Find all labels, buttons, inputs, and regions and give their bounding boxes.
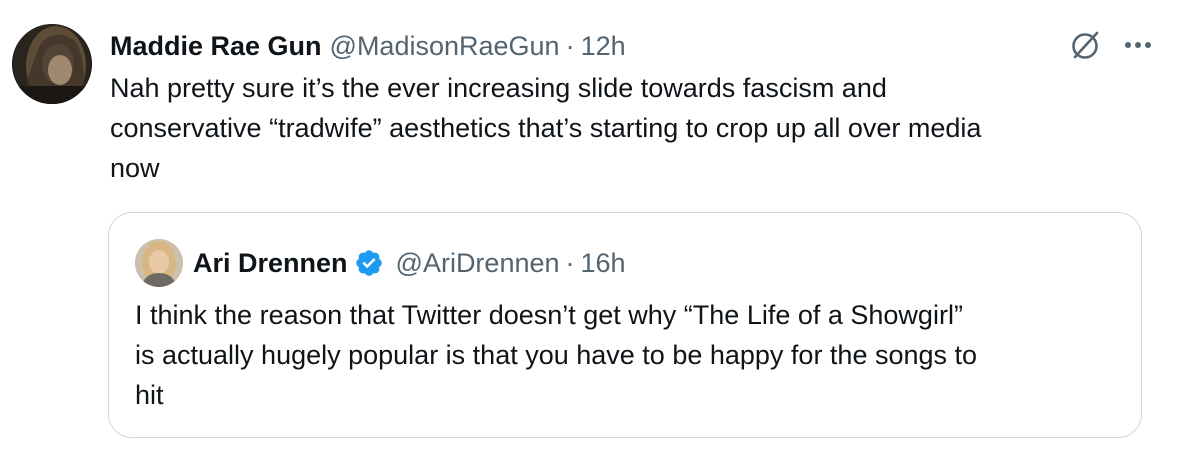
- quoted-user-avatar-image: [135, 239, 183, 287]
- separator-dot: ·: [565, 31, 575, 61]
- quoted-text-line: hit: [135, 380, 164, 410]
- quoted-tweet-timestamp[interactable]: 16h: [581, 243, 626, 283]
- quoted-tweet-text: I think the reason that Twitter doesn’t …: [135, 295, 1115, 415]
- user-avatar-image: [12, 24, 92, 104]
- tweet-text-line: conservative “tradwife” aesthetics that’…: [110, 113, 982, 143]
- quoted-author-avatar[interactable]: [135, 239, 183, 287]
- quoted-text-line: is actually hugely popular is that you h…: [135, 340, 978, 370]
- author-name[interactable]: Maddie Rae Gun: [110, 26, 322, 66]
- tweet[interactable]: Maddie Rae Gun @MadisonRaeGun · 12h Nah …: [0, 0, 1180, 452]
- tweet-actions: [1068, 28, 1152, 62]
- quoted-tweet-header: Ari Drennen @AriDrennen · 16h: [193, 243, 626, 283]
- tweet-header: Maddie Rae Gun @MadisonRaeGun · 12h: [110, 26, 626, 66]
- verified-badge-icon: [354, 248, 384, 278]
- grok-icon[interactable]: [1068, 28, 1102, 62]
- author-handle[interactable]: @MadisonRaeGun: [330, 26, 560, 66]
- tweet-timestamp[interactable]: 12h: [581, 26, 626, 66]
- quoted-tweet[interactable]: Ari Drennen @AriDrennen · 16h I think th…: [108, 212, 1142, 438]
- tweet-text-line: now: [110, 153, 160, 183]
- more-options-icon[interactable]: [1124, 40, 1152, 50]
- quoted-author-name[interactable]: Ari Drennen: [193, 243, 348, 283]
- tweet-text-line: Nah pretty sure it’s the ever increasing…: [110, 73, 887, 103]
- separator-dot: ·: [565, 248, 575, 278]
- quoted-author-handle[interactable]: @AriDrennen: [396, 243, 560, 283]
- tweet-text: Nah pretty sure it’s the ever increasing…: [110, 68, 1150, 188]
- author-avatar[interactable]: [12, 24, 92, 104]
- quoted-text-line: I think the reason that Twitter doesn’t …: [135, 300, 963, 330]
